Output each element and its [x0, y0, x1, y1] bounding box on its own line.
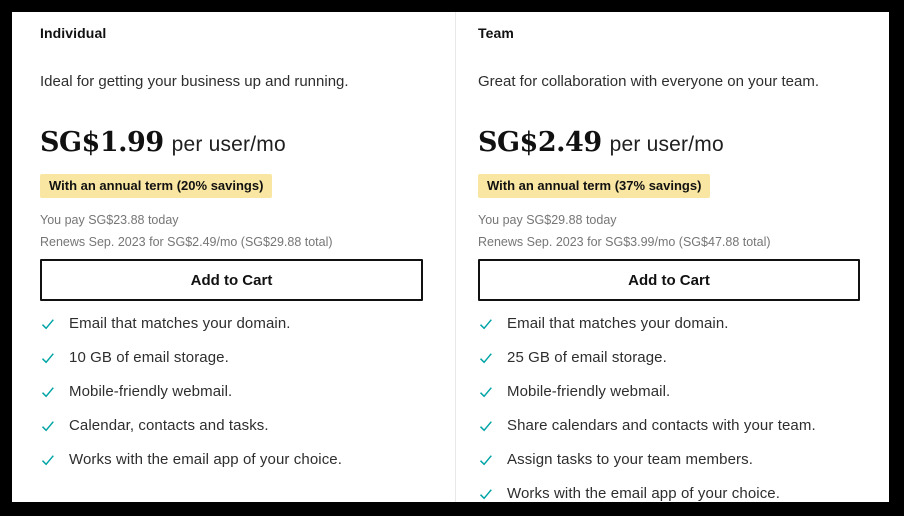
- feature-label: Works with the email app of your choice.: [69, 451, 343, 468]
- checkmark-icon: [40, 350, 56, 366]
- pay-today-text: You pay SG$29.88 today: [478, 213, 617, 227]
- feature-item: Mobile-friendly webmail.: [40, 382, 423, 402]
- feature-label: Mobile-friendly webmail.: [69, 383, 233, 400]
- checkmark-icon: [40, 418, 56, 434]
- feature-item: 25 GB of email storage.: [478, 348, 860, 368]
- feature-label: Works with the email app of your choice.: [507, 485, 781, 502]
- checkmark-icon: [40, 452, 56, 468]
- checkmark-icon: [40, 384, 56, 400]
- feature-list: Email that matches your domain. 10 GB of…: [40, 314, 423, 470]
- screenshot-frame: Individual Ideal for getting your busine…: [0, 0, 904, 516]
- term-badge-row: With an annual term (37% savings): [478, 174, 860, 198]
- feature-item: Email that matches your domain.: [478, 314, 860, 334]
- feature-label: 25 GB of email storage.: [507, 349, 667, 366]
- plan-name: Team: [478, 25, 514, 41]
- feature-label: Share calendars and contacts with your t…: [507, 417, 816, 434]
- feature-label: 10 GB of email storage.: [69, 349, 229, 366]
- feature-label: Calendar, contacts and tasks.: [69, 417, 269, 434]
- pay-today-text: You pay SG$23.88 today: [40, 213, 179, 227]
- checkmark-icon: [40, 316, 56, 332]
- feature-item: Works with the email app of your choice.: [478, 484, 860, 502]
- checkmark-icon: [478, 418, 494, 434]
- add-to-cart-button[interactable]: Add to Cart: [478, 259, 860, 301]
- feature-label: Email that matches your domain.: [507, 315, 729, 332]
- pricing-panel: Individual Ideal for getting your busine…: [12, 12, 889, 502]
- feature-label: Assign tasks to your team members.: [507, 451, 753, 468]
- checkmark-icon: [478, 384, 494, 400]
- price-amount: SG$2.49: [478, 127, 602, 158]
- plan-name: Individual: [40, 25, 107, 41]
- renewal-text: Renews Sep. 2023 for SG$2.49/mo (SG$29.8…: [40, 235, 333, 249]
- price-unit: per user/mo: [171, 133, 286, 156]
- plan-card-team: Team Great for collaboration with everyo…: [456, 12, 889, 502]
- feature-label: Email that matches your domain.: [69, 315, 291, 332]
- checkmark-icon: [478, 452, 494, 468]
- checkmark-icon: [478, 350, 494, 366]
- plan-description: Ideal for getting your business up and r…: [40, 73, 349, 90]
- annual-term-badge: With an annual term (37% savings): [478, 174, 711, 198]
- price-amount: SG$1.99: [40, 127, 164, 158]
- plan-description: Great for collaboration with everyone on…: [478, 73, 820, 90]
- term-badge-row: With an annual term (20% savings): [40, 174, 423, 198]
- feature-label: Mobile-friendly webmail.: [507, 383, 671, 400]
- price-unit: per user/mo: [609, 133, 724, 156]
- price-row: SG$1.99 per user/mo: [40, 126, 423, 160]
- feature-list: Email that matches your domain. 25 GB of…: [478, 314, 860, 502]
- feature-item: Share calendars and contacts with your t…: [478, 416, 860, 436]
- plan-card-individual: Individual Ideal for getting your busine…: [12, 12, 456, 502]
- feature-item: Email that matches your domain.: [40, 314, 423, 334]
- checkmark-icon: [478, 486, 494, 502]
- feature-item: Works with the email app of your choice.: [40, 450, 423, 470]
- checkmark-icon: [478, 316, 494, 332]
- feature-item: Mobile-friendly webmail.: [478, 382, 860, 402]
- add-to-cart-button[interactable]: Add to Cart: [40, 259, 423, 301]
- annual-term-badge: With an annual term (20% savings): [40, 174, 273, 198]
- feature-item: Calendar, contacts and tasks.: [40, 416, 423, 436]
- price-row: SG$2.49 per user/mo: [478, 126, 860, 160]
- feature-item: 10 GB of email storage.: [40, 348, 423, 368]
- feature-item: Assign tasks to your team members.: [478, 450, 860, 470]
- renewal-text: Renews Sep. 2023 for SG$3.99/mo (SG$47.8…: [478, 235, 771, 249]
